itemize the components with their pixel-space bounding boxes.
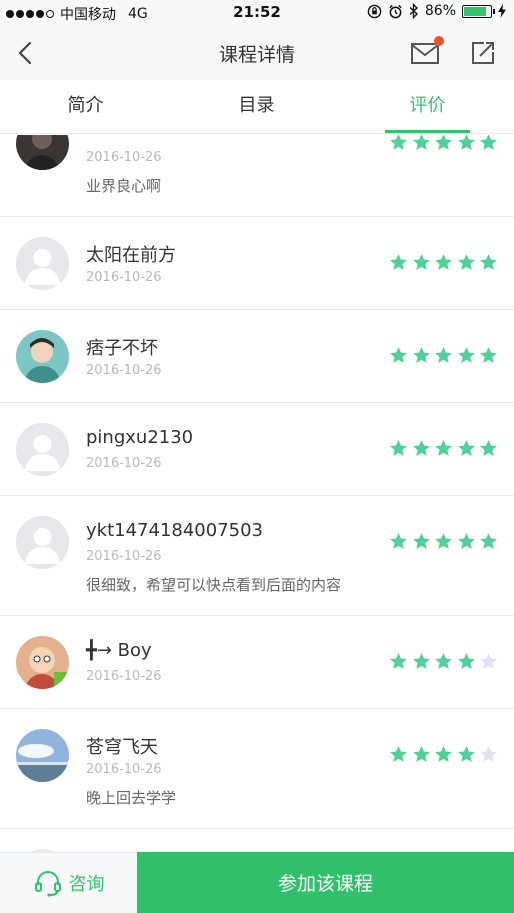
review-date: 2016-10-26 <box>86 363 162 378</box>
consult-label: 咨询 <box>68 874 105 895</box>
share-icon[interactable] <box>469 39 497 67</box>
avatar[interactable] <box>16 516 69 569</box>
star-rating <box>389 439 498 462</box>
review-comment: 晚上回去学学 <box>86 789 177 807</box>
bottom-bar: 咨询 参加该课程 <box>0 852 514 913</box>
star-filled-icon <box>412 346 431 369</box>
star-filled-icon <box>457 346 476 369</box>
review-date: 2016-10-26 <box>86 150 162 165</box>
star-filled-icon <box>412 532 431 555</box>
review-comment: 很细致，希望可以快点看到后面的内容 <box>86 576 342 594</box>
reviewer-name: pingxu2130 <box>86 427 194 448</box>
star-filled-icon <box>434 135 453 156</box>
reviewer-name: ykt1474184007503 <box>86 520 264 541</box>
tab-catalog[interactable]: 目录 <box>171 80 342 133</box>
review-date: 2016-10-26 <box>86 762 162 777</box>
back-icon[interactable] <box>14 38 40 68</box>
avatar[interactable] <box>16 729 69 782</box>
star-empty-icon <box>479 745 498 768</box>
star-empty-icon <box>479 652 498 675</box>
reviewer-name: 太阳在前方 <box>86 245 176 266</box>
star-filled-icon <box>457 652 476 675</box>
review-comment: 业界良心啊 <box>86 177 162 195</box>
star-filled-icon <box>412 135 431 156</box>
star-filled-icon <box>412 253 431 276</box>
star-filled-icon <box>479 135 498 156</box>
star-filled-icon <box>434 253 453 276</box>
bluetooth-icon <box>409 3 418 19</box>
review-item: 太阳在前方 2016-10-26 <box>0 217 514 310</box>
join-course-button[interactable]: 参加该课程 <box>137 852 514 913</box>
battery-icon <box>462 4 495 18</box>
tab-reviews[interactable]: 评价 <box>342 80 513 133</box>
review-item: pingxu2130 2016-10-26 <box>0 403 514 496</box>
nav-bar: 课程详情 <box>0 26 514 80</box>
headset-icon <box>34 871 61 897</box>
notification-badge <box>434 36 444 46</box>
avatar[interactable] <box>16 135 69 170</box>
star-filled-icon <box>479 346 498 369</box>
star-filled-icon <box>389 532 408 555</box>
review-item: 没有输入名字，请重... <box>0 829 514 852</box>
star-rating <box>389 745 498 768</box>
star-rating <box>389 253 498 276</box>
star-rating <box>389 135 498 156</box>
star-filled-icon <box>389 439 408 462</box>
status-right: 86% <box>367 3 506 19</box>
reviewer-name: ╋→ Boy <box>86 640 152 661</box>
star-filled-icon <box>479 532 498 555</box>
review-item: 苍穹飞天 2016-10-26 晚上回去学学 <box>0 709 514 829</box>
star-filled-icon <box>434 439 453 462</box>
star-rating <box>389 532 498 555</box>
review-item: ╋→ Boy 2016-10-26 <box>0 616 514 709</box>
avatar[interactable] <box>16 237 69 290</box>
star-rating <box>389 652 498 675</box>
star-filled-icon <box>434 532 453 555</box>
review-date: 2016-10-26 <box>86 270 162 285</box>
charging-icon <box>498 4 506 18</box>
review-date: 2016-10-26 <box>86 549 162 564</box>
star-filled-icon <box>389 346 408 369</box>
star-filled-icon <box>457 135 476 156</box>
review-item: 2016-10-26 业界良心啊 <box>0 135 514 217</box>
review-date: 2016-10-26 <box>86 669 162 684</box>
star-filled-icon <box>479 439 498 462</box>
review-item: 痞子不坏 2016-10-26 <box>0 310 514 403</box>
star-filled-icon <box>479 253 498 276</box>
review-item: ykt1474184007503 2016-10-26 很细致，希望可以快点看到后面… <box>0 496 514 616</box>
star-filled-icon <box>434 346 453 369</box>
star-filled-icon <box>412 652 431 675</box>
star-filled-icon <box>412 745 431 768</box>
star-filled-icon <box>457 532 476 555</box>
alarm-icon <box>389 4 402 18</box>
orientation-lock-icon <box>367 4 382 18</box>
reviewer-name: 苍穹飞天 <box>86 737 158 758</box>
tab-bar: 简介 目录 评价 <box>0 80 514 134</box>
tab-intro[interactable]: 简介 <box>0 80 171 133</box>
star-filled-icon <box>434 745 453 768</box>
status-bar: 中国移动 4G 21:52 86% <box>0 0 514 26</box>
star-filled-icon <box>457 439 476 462</box>
star-filled-icon <box>389 135 408 156</box>
star-filled-icon <box>412 439 431 462</box>
star-filled-icon <box>389 253 408 276</box>
star-filled-icon <box>434 652 453 675</box>
battery-percent: 86% <box>424 3 456 19</box>
avatar[interactable] <box>16 636 69 689</box>
star-filled-icon <box>457 745 476 768</box>
avatar[interactable] <box>16 423 69 476</box>
consult-button[interactable]: 咨询 <box>0 852 137 913</box>
star-rating <box>389 346 498 369</box>
avatar[interactable] <box>16 330 69 383</box>
reviewer-name: 痞子不坏 <box>86 338 158 359</box>
review-date: 2016-10-26 <box>86 456 162 471</box>
star-filled-icon <box>389 652 408 675</box>
star-filled-icon <box>389 745 408 768</box>
star-filled-icon <box>457 253 476 276</box>
review-list[interactable]: 2016-10-26 业界良心啊太阳在前方 2016-10-26 痞子不坏 2016-1… <box>0 135 514 852</box>
